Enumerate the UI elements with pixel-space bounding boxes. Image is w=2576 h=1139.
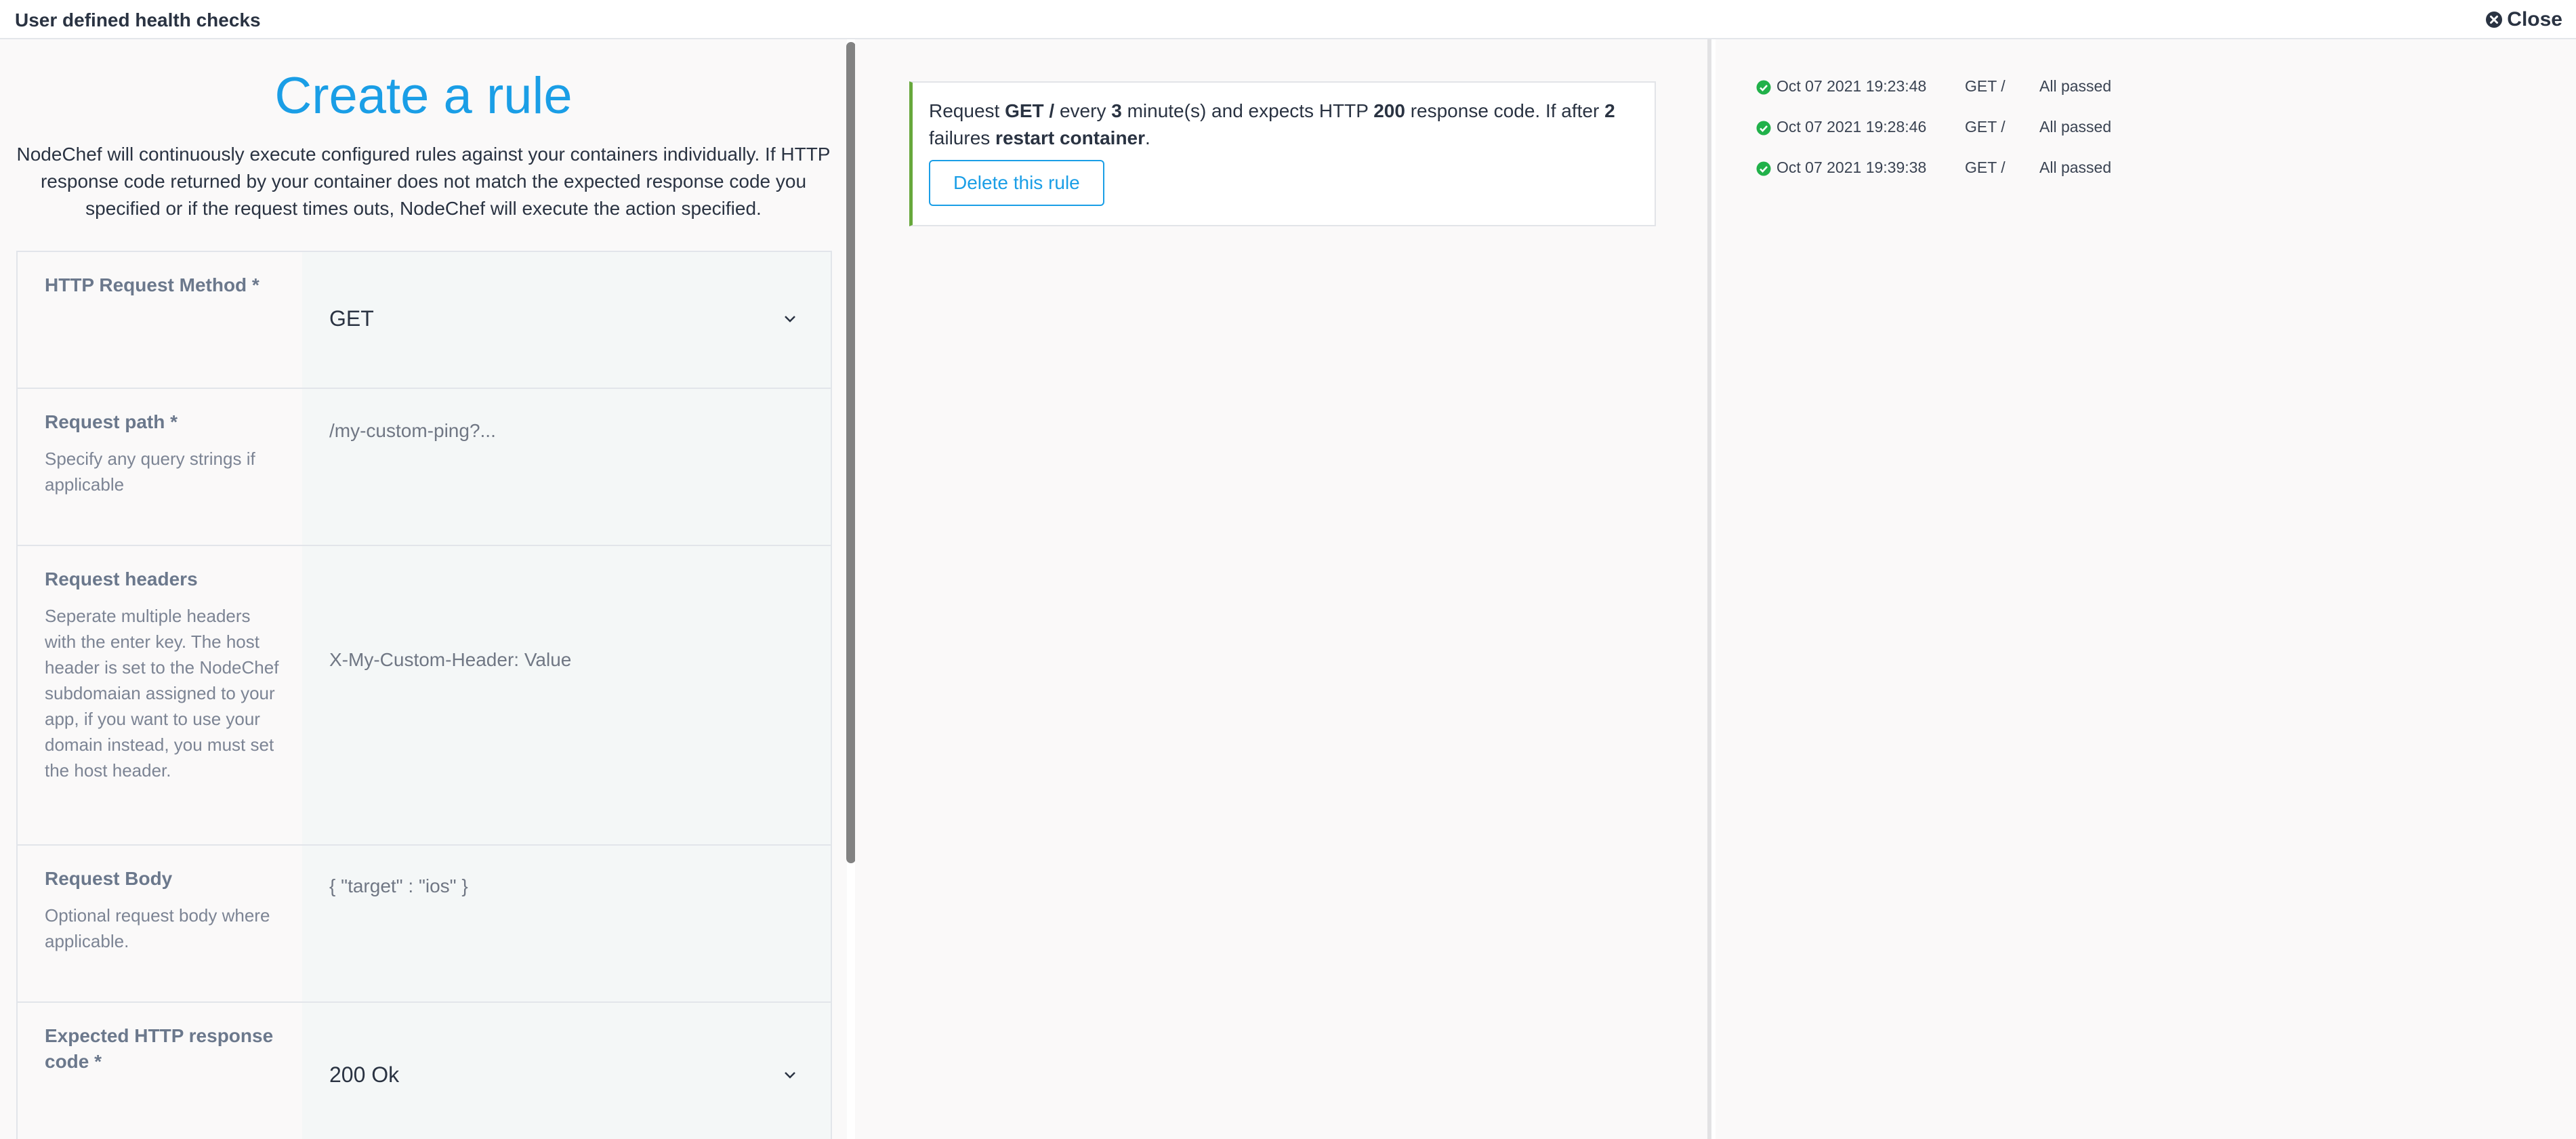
check-circle-icon <box>1756 121 1771 136</box>
path-label: Request path * <box>45 411 178 432</box>
close-circle-icon <box>2486 12 2503 28</box>
headers-row: Request headers Seperate multiple header… <box>18 546 831 846</box>
method-select[interactable]: GET <box>329 306 804 331</box>
body-row: Request Body Optional request body where… <box>18 846 831 1003</box>
close-label: Close <box>2507 8 2562 30</box>
body-hint: Optional request body where applicable. <box>45 905 270 951</box>
path-input[interactable]: /my-custom-ping?... <box>329 420 804 442</box>
log-status: All passed <box>2039 77 2112 95</box>
log-request: GET / <box>1965 77 2006 95</box>
headers-hint: Seperate multiple headers with the enter… <box>45 606 279 781</box>
log-request: GET / <box>1965 159 2006 176</box>
check-circle-icon <box>1756 80 1771 95</box>
chevron-down-icon <box>785 1072 795 1079</box>
method-row: HTTP Request Method * GET <box>18 252 831 389</box>
headers-label: Request headers <box>45 568 198 589</box>
log-request: GET / <box>1965 118 2006 136</box>
form-scrollbar[interactable] <box>846 42 856 863</box>
rule-card: Request GET / every 3 minute(s) and expe… <box>909 81 1656 226</box>
log-status: All passed <box>2039 118 2112 136</box>
delete-rule-button[interactable]: Delete this rule <box>929 160 1104 206</box>
form-intro: NodeChef will continuously execute confi… <box>16 144 831 219</box>
method-value: GET <box>329 306 374 331</box>
check-circle-icon <box>1756 161 1771 176</box>
log-date: Oct 07 2021 19:39:38 <box>1777 159 1927 176</box>
path-hint: Specify any query strings if applicable <box>45 449 255 495</box>
rules-panel: Request GET / every 3 minute(s) and expe… <box>855 39 1711 1139</box>
rule-form: HTTP Request Method * GET Request path *… <box>16 251 832 1139</box>
log-date: Oct 07 2021 19:23:48 <box>1777 77 1927 95</box>
log-status: All passed <box>2039 159 2112 176</box>
modal-header: User defined health checks Close <box>0 0 2576 39</box>
response-label: Expected HTTP response code * <box>45 1025 274 1072</box>
health-log-panel: Oct 07 2021 19:23:48 GET / All passed Oc… <box>1716 39 2576 1139</box>
close-button[interactable]: Close <box>2485 8 2562 31</box>
path-row: Request path * Specify any query strings… <box>18 389 831 546</box>
body-input[interactable]: { "target" : "ios" } <box>329 875 804 897</box>
log-date: Oct 07 2021 19:28:46 <box>1777 118 1927 136</box>
modal-title: User defined health checks <box>15 9 261 30</box>
rule-description: Request GET / every 3 minute(s) and expe… <box>929 100 1615 148</box>
response-row: Expected HTTP response code * 200 Ok <box>18 1003 831 1139</box>
response-value: 200 Ok <box>329 1062 400 1087</box>
headers-input[interactable]: X-My-Custom-Header: Value <box>329 649 804 671</box>
create-rule-panel: Create a rule NodeChef will continuously… <box>0 39 847 1139</box>
form-title: Create a rule <box>274 67 573 125</box>
response-select[interactable]: 200 Ok <box>329 1062 804 1088</box>
method-label: HTTP Request Method * <box>45 274 259 295</box>
chevron-down-icon <box>785 316 795 323</box>
body-label: Request Body <box>45 868 173 889</box>
